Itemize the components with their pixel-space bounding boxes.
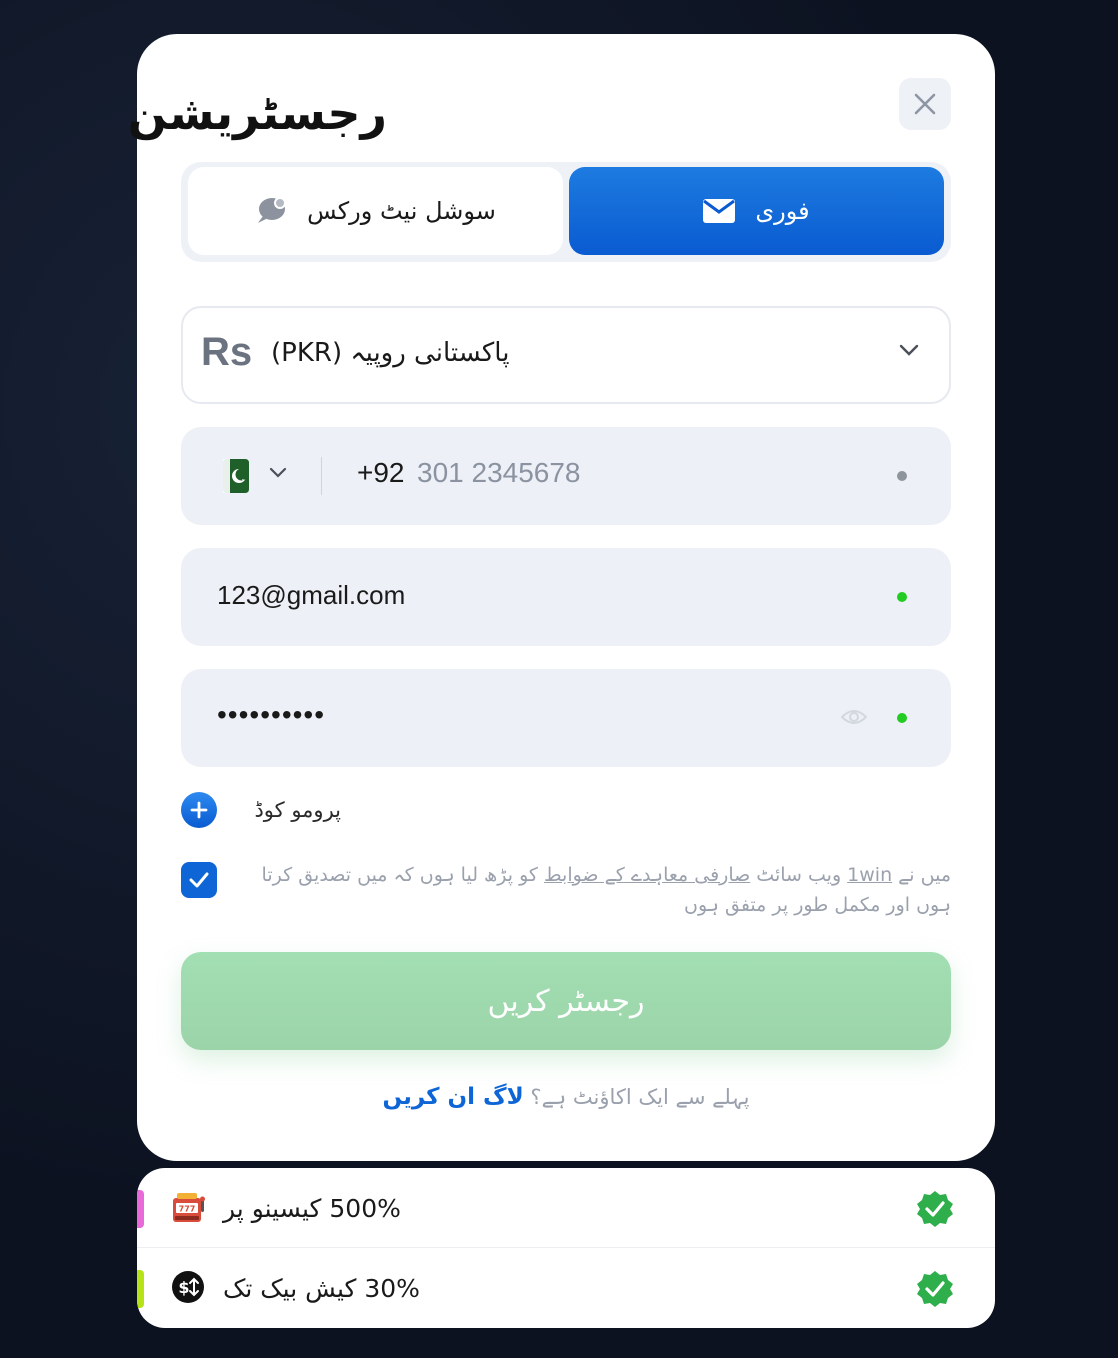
currency-symbol: Rs bbox=[201, 330, 253, 374]
terms-checkbox[interactable] bbox=[181, 862, 217, 898]
bonus-stripe bbox=[137, 1270, 144, 1308]
login-link[interactable]: لاگ ان کریں bbox=[383, 1084, 524, 1110]
register-button[interactable]: رجسٹر کریں bbox=[181, 952, 951, 1050]
login-prompt-text: پہلے سے ایک اکاؤنٹ ہے؟ bbox=[530, 1085, 750, 1109]
eye-icon[interactable] bbox=[841, 707, 867, 727]
bonus-row: 777 500% کیسینو پر bbox=[137, 1168, 995, 1248]
svg-text:$: $ bbox=[178, 1278, 189, 1297]
password-status-dot bbox=[897, 713, 907, 723]
tab-instant[interactable]: فوری bbox=[569, 167, 944, 255]
close-icon bbox=[914, 93, 936, 115]
bonus-row: $ 30% کیش بیک تک bbox=[137, 1248, 995, 1328]
slot-machine-icon: 777 bbox=[173, 1193, 205, 1222]
registration-tabs: فوری سوشل نیٹ ورکس bbox=[181, 162, 951, 262]
tab-social-networks[interactable]: سوشل نیٹ ورکس bbox=[188, 167, 563, 255]
registration-modal: رجسٹریشن فوری سوشل نیٹ ورکس Rs (PKR) پاک… bbox=[128, 34, 995, 1161]
bonus-text: 500% کیسینو پر bbox=[223, 1194, 401, 1223]
terms-prefix: میں نے bbox=[892, 864, 951, 886]
chevron-down-icon[interactable] bbox=[269, 467, 287, 478]
login-prompt: پہلے سے ایک اکاؤنٹ ہے؟ لاگ ان کریں bbox=[137, 1084, 995, 1110]
promo-code-toggle[interactable]: پرومو کوڈ bbox=[181, 790, 341, 830]
email-input[interactable]: 123@gmail.com bbox=[217, 580, 405, 611]
phone-field[interactable]: +92 301 2345678 bbox=[181, 427, 951, 525]
close-button[interactable] bbox=[899, 78, 951, 130]
svg-text:777: 777 bbox=[179, 1205, 196, 1214]
currency-name: (PKR) پاکستانی روپیہ bbox=[271, 338, 510, 368]
terms-link-brand[interactable]: 1win bbox=[847, 864, 892, 886]
password-field[interactable]: •••••••••• bbox=[181, 669, 951, 767]
email-field[interactable]: 123@gmail.com bbox=[181, 548, 951, 646]
checkmark-icon bbox=[189, 872, 209, 888]
terms-link-agreement[interactable]: صارفی معاہدے کے ضوابط bbox=[544, 864, 750, 886]
chevron-down-icon bbox=[899, 344, 919, 356]
promo-code-label: پرومو کوڈ bbox=[254, 798, 341, 822]
email-status-dot bbox=[897, 592, 907, 602]
bonus-card: 777 500% کیسینو پر $ 30% کیش بیک تک bbox=[137, 1168, 995, 1328]
phone-country-code: +92 bbox=[357, 457, 405, 488]
cashback-icon: $ bbox=[172, 1271, 204, 1303]
terms-text: میں نے 1win ویب سائٹ صارفی معاہدے کے ضوا… bbox=[233, 860, 951, 920]
tab-social-label: سوشل نیٹ ورکس bbox=[307, 197, 496, 225]
phone-status-dot bbox=[897, 471, 907, 481]
bonus-stripe bbox=[137, 1190, 144, 1228]
phone-input[interactable]: 301 2345678 bbox=[417, 457, 581, 489]
modal-title: رجسٹریشن bbox=[127, 86, 387, 140]
verified-check-icon bbox=[917, 1191, 953, 1227]
currency-select[interactable]: Rs (PKR) پاکستانی روپیہ bbox=[181, 306, 951, 404]
terms-middle: ویب سائٹ bbox=[750, 864, 848, 886]
envelope-icon bbox=[703, 199, 736, 223]
chat-bubbles-icon bbox=[258, 197, 287, 223]
verified-check-icon bbox=[917, 1271, 953, 1307]
pakistan-flag-icon[interactable] bbox=[223, 459, 249, 493]
password-input[interactable]: •••••••••• bbox=[217, 699, 325, 731]
bonus-text: 30% کیش بیک تک bbox=[223, 1274, 420, 1303]
tab-instant-label: فوری bbox=[755, 197, 810, 225]
divider bbox=[321, 457, 322, 495]
plus-icon[interactable] bbox=[181, 792, 217, 828]
